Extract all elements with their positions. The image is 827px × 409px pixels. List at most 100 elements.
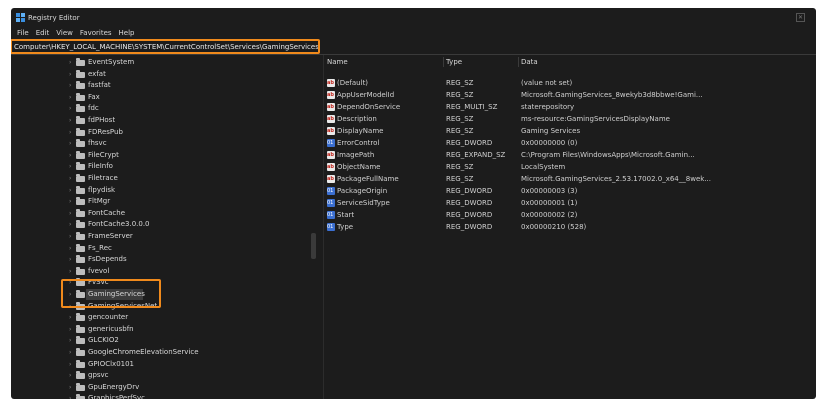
chevron-right-icon[interactable]: › xyxy=(69,395,74,399)
chevron-right-icon[interactable]: › xyxy=(69,94,74,101)
value-data: staterepository xyxy=(521,103,575,111)
chevron-right-icon[interactable]: › xyxy=(69,349,74,356)
tree-item[interactable]: › GpuEnergyDrv xyxy=(11,382,311,393)
chevron-right-icon[interactable]: › xyxy=(69,361,74,368)
value-type: REG_SZ xyxy=(446,163,474,171)
tree-item[interactable]: › fdPHost xyxy=(11,115,311,126)
value-row[interactable]: ObjectName REG_SZ LocalSystem xyxy=(325,161,816,173)
value-data: 0x00000002 (2) xyxy=(521,211,578,219)
value-data: Gaming Services xyxy=(521,127,581,135)
chevron-right-icon[interactable]: › xyxy=(69,117,74,124)
tree-item-label: FltMgr xyxy=(88,197,111,206)
folder-icon xyxy=(76,197,85,206)
column-divider[interactable] xyxy=(518,57,519,67)
chevron-right-icon[interactable]: › xyxy=(69,163,74,170)
chevron-right-icon[interactable]: › xyxy=(69,384,74,391)
chevron-right-icon[interactable]: › xyxy=(69,187,74,194)
tree-item[interactable]: › exfat xyxy=(11,69,311,80)
value-row[interactable]: DependOnService REG_MULTI_SZ statereposito… xyxy=(325,101,816,113)
tree-item[interactable]: › FileCrypt xyxy=(11,150,311,161)
chevron-right-icon[interactable]: › xyxy=(69,82,74,89)
tree-item[interactable]: › fhsvc xyxy=(11,138,311,149)
tree-item[interactable]: › fvevol xyxy=(11,266,311,277)
tree-item[interactable]: › flpydisk xyxy=(11,185,311,196)
tree-item-label: Fs_Rec xyxy=(88,243,112,252)
column-divider[interactable] xyxy=(443,57,444,67)
chevron-right-icon[interactable]: › xyxy=(69,129,74,136)
value-row[interactable]: Description REG_SZ ms-resource:GamingServi… xyxy=(325,113,816,125)
tree-item[interactable]: › FvSvc xyxy=(11,277,311,288)
tree-item[interactable]: › FontCache xyxy=(11,208,311,219)
tree-item[interactable]: › gencounter xyxy=(11,312,311,323)
tree-item[interactable]: › EventSystem xyxy=(11,57,311,68)
pane-splitter[interactable] xyxy=(323,55,324,399)
chevron-right-icon[interactable]: › xyxy=(69,337,74,344)
tree-item-label: FileInfo xyxy=(88,162,113,171)
value-type: REG_EXPAND_SZ xyxy=(446,151,506,159)
tree-item[interactable]: › genericusbfn xyxy=(11,324,311,335)
chevron-right-icon[interactable]: › xyxy=(69,326,74,333)
value-row[interactable]: Type REG_DWORD 0x00000210 (528) xyxy=(325,221,816,233)
tree-item[interactable]: › GPIOClx0101 xyxy=(11,359,311,370)
tree-item[interactable]: › FltMgr xyxy=(11,196,311,207)
menu-favorites[interactable]: Favorites xyxy=(77,28,116,39)
tree-item[interactable]: › FrameServer xyxy=(11,231,311,242)
values-pane[interactable]: Name Type Data (Default) REG_SZ (value not… xyxy=(325,55,816,399)
chevron-right-icon[interactable]: › xyxy=(69,105,74,112)
tree-item[interactable]: › fastfat xyxy=(11,80,311,91)
value-name: AppUserModelId xyxy=(337,91,395,99)
tree-item[interactable]: › FDResPub xyxy=(11,127,311,138)
tree-item[interactable]: › fdc xyxy=(11,103,311,114)
key-tree-pane[interactable]: › EventSystem › exfat › fastfat › Fax › fdc › fdPHo… xyxy=(11,55,321,399)
tree-item-label: gpsvc xyxy=(88,371,109,380)
close-icon[interactable]: ✕ xyxy=(796,13,805,22)
menu-help[interactable]: Help xyxy=(116,28,139,39)
chevron-right-icon[interactable]: › xyxy=(69,233,74,240)
chevron-right-icon[interactable]: › xyxy=(69,198,74,205)
tree-item[interactable]: › Fs_Rec xyxy=(11,243,311,254)
chevron-right-icon[interactable]: › xyxy=(69,59,74,66)
tree-item[interactable]: › GLCKIO2 xyxy=(11,335,311,346)
value-row[interactable]: PackageOrigin REG_DWORD 0x00000003 (3) xyxy=(325,185,816,197)
chevron-right-icon[interactable]: › xyxy=(69,152,74,159)
value-row[interactable]: ErrorControl REG_DWORD 0x00000000 (0) xyxy=(325,137,816,149)
value-row[interactable]: DisplayName REG_SZ Gaming Services xyxy=(325,125,816,137)
column-header-type[interactable]: Type xyxy=(446,56,462,68)
value-row[interactable]: AppUserModelId REG_SZ Microsoft.GamingServ… xyxy=(325,89,816,101)
chevron-right-icon[interactable]: › xyxy=(69,175,74,182)
chevron-right-icon[interactable]: › xyxy=(69,71,74,78)
column-header-name[interactable]: Name xyxy=(327,56,348,68)
folder-icon xyxy=(76,313,85,322)
folder-icon xyxy=(76,336,85,345)
menu-view[interactable]: View xyxy=(53,28,77,39)
value-row[interactable]: ImagePath REG_EXPAND_SZ C:\Program Files\W… xyxy=(325,149,816,161)
chevron-right-icon[interactable]: › xyxy=(69,314,74,321)
chevron-right-icon[interactable]: › xyxy=(69,372,74,379)
tree-item[interactable]: › GraphicsPerfSvc xyxy=(11,393,311,399)
tree-item[interactable]: › gpsvc xyxy=(11,370,311,381)
value-row[interactable]: ServiceSidType REG_DWORD 0x00000001 (1) xyxy=(325,197,816,209)
chevron-right-icon[interactable]: › xyxy=(69,140,74,147)
tree-item[interactable]: › Fax xyxy=(11,92,311,103)
chevron-right-icon[interactable]: › xyxy=(69,268,74,275)
value-row[interactable]: PackageFullName REG_SZ Microsoft.GamingSer… xyxy=(325,173,816,185)
folder-icon xyxy=(76,162,85,171)
chevron-right-icon[interactable]: › xyxy=(69,210,74,217)
chevron-right-icon[interactable]: › xyxy=(69,221,74,228)
tree-scrollbar-thumb[interactable] xyxy=(311,233,316,259)
menu-edit[interactable]: Edit xyxy=(33,28,54,39)
value-row[interactable]: Start REG_DWORD 0x00000002 (2) xyxy=(325,209,816,221)
value-row[interactable]: (Default) REG_SZ (value not set) xyxy=(325,77,816,89)
chevron-right-icon[interactable]: › xyxy=(69,256,74,263)
tree-item[interactable]: › GamingServicesNet xyxy=(11,301,311,312)
tree-item[interactable]: › Filetrace xyxy=(11,173,311,184)
folder-icon xyxy=(76,255,85,264)
column-header-data[interactable]: Data xyxy=(521,56,538,68)
tree-item[interactable]: › FileInfo xyxy=(11,161,311,172)
menu-file[interactable]: File xyxy=(14,28,33,39)
tree-item[interactable]: › FsDepends xyxy=(11,254,311,265)
tree-item[interactable]: › GamingServices xyxy=(11,289,311,300)
tree-item[interactable]: › GoogleChromeElevationService xyxy=(11,347,311,358)
chevron-right-icon[interactable]: › xyxy=(69,245,74,252)
tree-item[interactable]: › FontCache3.0.0.0 xyxy=(11,219,311,230)
